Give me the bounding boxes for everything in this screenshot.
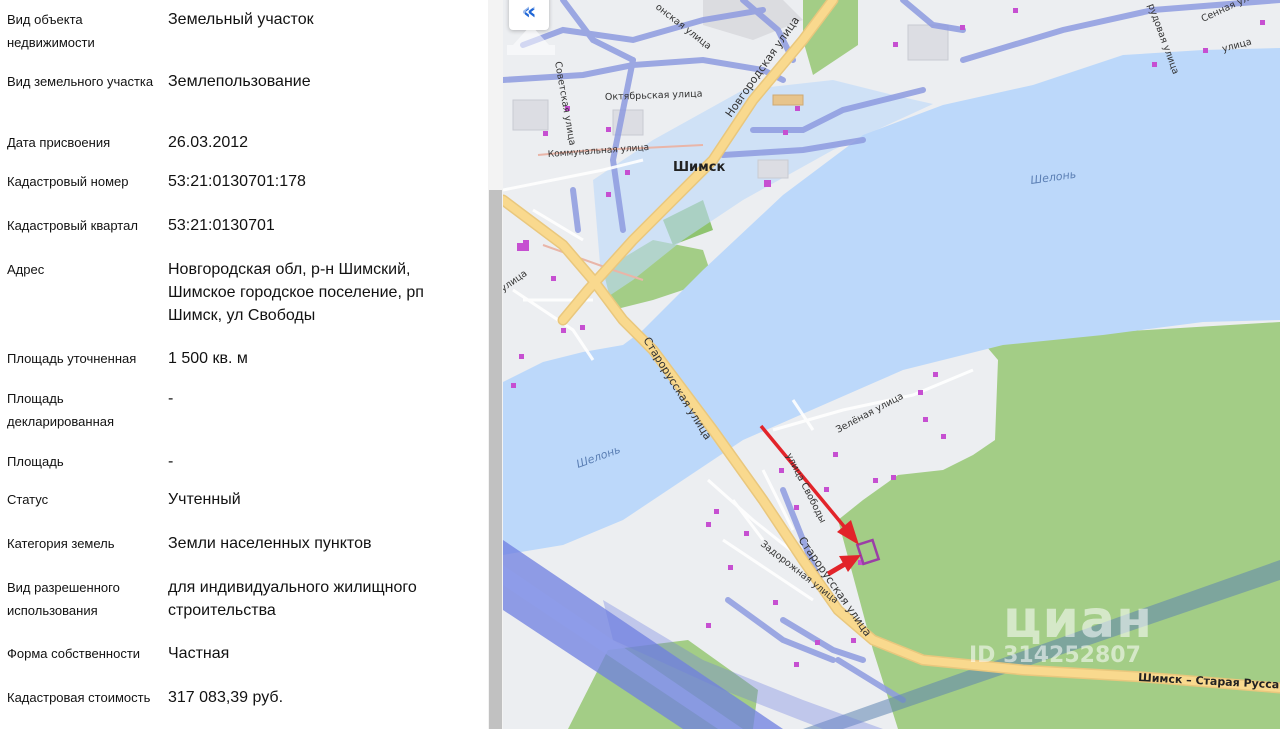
detail-label: Кадастровый квартал xyxy=(7,218,138,233)
detail-value: Частная xyxy=(168,645,230,662)
watermark-name: циан xyxy=(1003,590,1153,650)
cian-watermark-icon xyxy=(507,4,555,55)
detail-value: для индивидуального жилищного строительс… xyxy=(168,579,417,619)
detail-label: Площадь xyxy=(7,454,64,469)
map-view[interactable]: Шимск Шелонь Шелонь Новгородская улица С… xyxy=(503,0,1280,729)
detail-label: Площадь уточненная xyxy=(7,351,137,366)
detail-label: Вид разрешенного использования xyxy=(7,580,120,618)
detail-label: Кадастровый номер xyxy=(7,174,129,189)
watermark-id: ID 314252807 xyxy=(969,643,1141,668)
detail-label: Статус xyxy=(7,492,49,507)
detail-value: Учтенный xyxy=(168,491,241,508)
detail-label: Дата присвоения xyxy=(7,135,111,150)
scrollbar-thumb[interactable] xyxy=(489,190,502,729)
forest-area xyxy=(1043,715,1280,729)
detail-value: - xyxy=(168,453,174,470)
detail-label: Адрес xyxy=(7,262,45,277)
property-details-panel: Вид объекта недвижимости Земельный участ… xyxy=(0,0,488,729)
detail-label: Площадь декларированная xyxy=(7,391,115,429)
detail-value: 53:21:0130701 xyxy=(168,217,275,234)
detail-value: Земли населенных пунктов xyxy=(168,535,372,552)
detail-value: 1 500 кв. м xyxy=(168,350,248,367)
detail-value: 53:21:0130701:178 xyxy=(168,173,306,190)
detail-label: Форма собственности xyxy=(7,646,141,661)
detail-value: Земельный участок xyxy=(168,11,314,28)
detail-label: Вид земельного участка xyxy=(7,74,154,89)
detail-value: Новгородская обл, р-н Шимский, Шимское г… xyxy=(168,261,424,324)
detail-value: - xyxy=(168,390,174,407)
detail-value: Землепользование xyxy=(168,73,311,90)
map-label-town: Шимск xyxy=(673,160,726,175)
detail-label: Вид объекта недвижимости xyxy=(7,12,95,50)
detail-label: Кадастровая стоимость xyxy=(7,690,151,705)
detail-label: Категория земель xyxy=(7,536,115,551)
detail-value: 26.03.2012 xyxy=(168,134,249,151)
map-canvas[interactable]: Шимск Шелонь Шелонь Новгородская улица С… xyxy=(503,0,1280,729)
detail-value: 317 083,39 руб. xyxy=(168,689,284,706)
